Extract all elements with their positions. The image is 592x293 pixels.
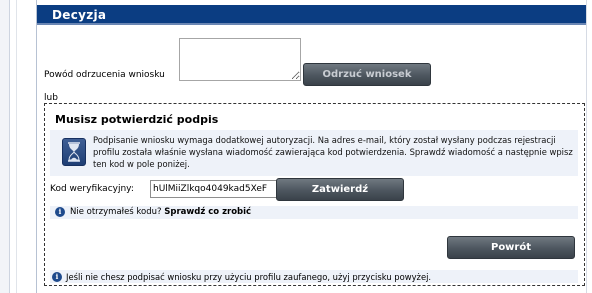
left-frame-edge [0,0,10,293]
signature-info-text: Podpisanie wniosku wymaga dodatkowej aut… [93,135,573,169]
info-icon: i [55,207,65,217]
signature-footer-note: i Jeśli nie chesz podpisać wniosku przy … [50,270,578,283]
left-frame-rule [16,0,22,293]
verification-code-input[interactable] [150,180,278,198]
panel-title: Decyzja [52,8,107,22]
signature-info-box: Podpisanie wniosku wymaga dodatkowej aut… [50,130,578,176]
code-hint-row: i Nie otrzymałeś kodu? Sprawdź co zrobić [50,206,578,219]
info-icon: i [52,272,62,282]
decision-panel: Decyzja Powód odrzucenia wniosku Odrzuć … [36,0,588,293]
code-hint-text: Nie otrzymałeś kodu? Sprawdź co zrobić [70,207,251,217]
verification-code-label: Kod weryfikacyjny: [50,184,134,194]
hourglass-icon [62,138,86,166]
reject-reason-label: Powód odrzucenia wniosku [44,70,165,80]
signature-title: Musisz potwierdzić podpis [55,113,219,126]
code-hint-link[interactable]: Sprawdź co zrobić [164,207,251,217]
right-frame-edge [586,0,592,293]
reject-button[interactable]: Odrzuć wniosek [303,63,431,86]
panel-header: Decyzja [37,5,587,25]
reject-reason-textarea[interactable] [179,38,301,81]
back-button[interactable]: Powrót [447,236,575,259]
signature-footer-text: Jeśli nie chesz podpisać wniosku przy uż… [66,272,432,282]
or-label: lub [44,93,58,103]
confirm-button[interactable]: Zatwierdź [276,178,404,201]
code-hint-question: Nie otrzymałeś kodu? [70,207,162,217]
